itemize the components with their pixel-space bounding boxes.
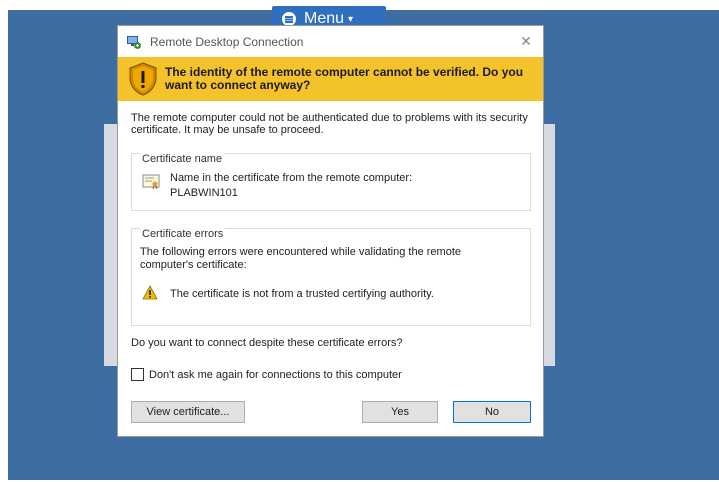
dialog-title: Remote Desktop Connection	[150, 35, 304, 49]
dont-ask-again-label[interactable]: Don't ask me again for connections to th…	[149, 369, 402, 381]
certificate-errors-group: Certificate errors The following errors …	[131, 228, 531, 326]
hamburger-icon	[282, 12, 296, 26]
view-certificate-button[interactable]: View certificate...	[131, 401, 245, 423]
certificate-errors-label: Certificate errors	[140, 228, 226, 240]
title-bar: Remote Desktop Connection ✕	[118, 26, 543, 57]
remote-desktop-dialog: Remote Desktop Connection ✕ The identity…	[117, 25, 544, 437]
chevron-down-icon: ▾	[348, 13, 354, 25]
certificate-errors-description: The following errors were encountered wh…	[140, 246, 462, 271]
shield-warning-icon	[129, 62, 157, 96]
warning-triangle-icon	[142, 285, 158, 300]
close-icon[interactable]: ✕	[515, 31, 537, 51]
auth-problem-description: The remote computer could not be authent…	[131, 112, 528, 136]
certificate-name-description: Name in the certificate from the remote …	[170, 172, 413, 184]
no-button[interactable]: No	[453, 401, 531, 423]
certificate-error-item: The certificate is not from a trusted ce…	[170, 288, 434, 300]
remote-desktop-app-icon	[127, 36, 141, 49]
remote-computer-name: PLABWIN101	[170, 187, 238, 199]
connect-question: Do you want to connect despite these cer…	[131, 337, 403, 349]
certificate-icon	[142, 174, 160, 190]
dont-ask-again-checkbox[interactable]	[131, 368, 144, 381]
certificate-name-group: Certificate name Name in the certificate…	[131, 153, 531, 211]
yes-button[interactable]: Yes	[362, 401, 438, 423]
warning-heading: The identity of the remote computer cann…	[165, 65, 524, 92]
certificate-name-label: Certificate name	[140, 153, 225, 165]
warning-banner: The identity of the remote computer cann…	[118, 57, 543, 101]
